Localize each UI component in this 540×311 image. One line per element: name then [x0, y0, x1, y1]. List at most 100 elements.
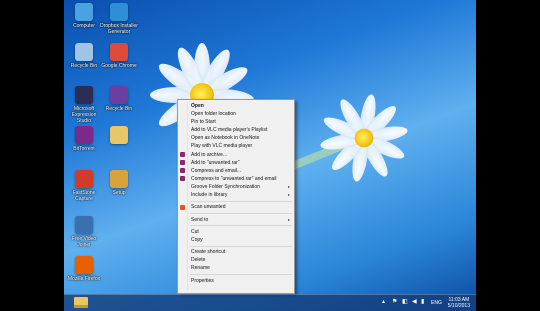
dropbox-installer-icon: [110, 3, 128, 21]
menu-item-label: Groove Folder Synchronization: [191, 183, 260, 190]
recycle-bin-icon: [75, 43, 93, 61]
chevron-up-icon[interactable]: ▴: [382, 299, 388, 305]
computer-icon: [75, 3, 93, 21]
menu-item[interactable]: Compress and email...: [178, 167, 294, 175]
menu-separator: [190, 274, 292, 276]
desktop-icon[interactable]: BitTorrent: [65, 126, 103, 152]
context-menu: Open Open folder location Pin to Start Add …: [177, 99, 295, 294]
desktop-icon-label: Recycle Bin: [70, 63, 98, 69]
menu-item-label: Play with VLC media player: [191, 143, 253, 150]
menu-item-label: Create shortcut: [191, 249, 226, 256]
desktop-icon[interactable]: Recycle Bin: [65, 43, 103, 69]
menu-item[interactable]: Add to archive...: [178, 151, 294, 159]
desktop-icon-label: Free Video Joiner: [71, 236, 97, 248]
menu-item[interactable]: Cut: [178, 228, 294, 236]
menu-item-label: Cut: [191, 228, 199, 235]
menu-item-label: Open as Notebook in OneNote: [191, 135, 260, 142]
battery-icon[interactable]: ▮: [421, 299, 427, 305]
menu-item-label: Compress and email...: [191, 167, 242, 174]
submenu-arrow-icon: ▸: [287, 192, 290, 198]
folder-icon: [110, 126, 128, 144]
desktop-icon[interactable]: FastStone Capture: [65, 170, 103, 202]
menu-item[interactable]: Properties: [178, 277, 294, 285]
menu-separator: [190, 213, 292, 214]
menu-item[interactable]: Scan unwanted: [178, 203, 294, 211]
menu-item-label: Add to "unwanted.rar": [191, 159, 240, 166]
desktop-icon[interactable]: Dropbox Installer Generator: [100, 3, 138, 35]
file-explorer-taskbar-button[interactable]: [74, 297, 88, 308]
winrar-icon: [180, 160, 185, 166]
menu-item[interactable]: Add to "unwanted.rar": [178, 159, 294, 167]
desktop-icon[interactable]: Mozilla Firefox: [65, 256, 103, 282]
menu-item[interactable]: Pin to Start: [178, 118, 294, 126]
chrome-icon: [110, 43, 128, 61]
menu-item-label: Send to: [191, 216, 209, 223]
menu-item[interactable]: Play with VLC media player: [178, 142, 294, 150]
menu-item[interactable]: Add to VLC media player's Playlist: [178, 126, 294, 134]
desktop-icon-label: Microsoft Expression Studio: [71, 106, 97, 124]
desktop-icon[interactable]: Setup: [100, 170, 138, 196]
menu-item-label: Delete: [191, 257, 206, 264]
menu-item-label: Include in library: [191, 192, 228, 199]
volume-icon[interactable]: ◀: [412, 299, 418, 305]
menu-item-label: Rename: [191, 265, 210, 272]
menu-item-label: Scan unwanted: [191, 204, 226, 211]
menu-item-label: Open: [191, 103, 204, 109]
desktop-icon-label: FastStone Capture: [72, 190, 96, 202]
menu-separator: [190, 245, 292, 247]
menu-item-label: Add to VLC media player's Playlist: [191, 127, 268, 134]
taskbar: ▴ ⚑ ◧ ◀ ▮ ENG 11:03 AM 5/10/2013: [64, 294, 476, 311]
antivirus-icon: [180, 204, 185, 210]
menu-item-label: Properties: [191, 277, 214, 284]
desktop-icon-label: Setup: [112, 190, 126, 196]
winrar-archive-icon: [110, 170, 128, 188]
language-indicator[interactable]: ENG: [431, 300, 442, 306]
menu-item-label: Compress to "unwanted.rar" and email: [191, 175, 277, 182]
menu-item[interactable]: Compress to "unwanted.rar" and email: [178, 175, 294, 183]
menu-item[interactable]: Open folder location: [178, 110, 294, 118]
desktop[interactable]: Computer Dropbox Installer Generator Recyc…: [64, 0, 476, 311]
menu-item[interactable]: Send to ▸: [178, 216, 294, 224]
menu-item[interactable]: Open as Notebook in OneNote: [178, 134, 294, 142]
desktop-icon[interactable]: Free Video Joiner: [65, 216, 103, 248]
video-joiner-icon: [75, 216, 93, 234]
winrar-icon: [180, 176, 185, 182]
menu-item[interactable]: Groove Folder Synchronization ▸: [178, 183, 294, 191]
winrar-icon: [180, 152, 185, 158]
menu-item[interactable]: Delete: [178, 256, 294, 264]
desktop-icon[interactable]: Recycle Bin: [100, 86, 138, 112]
menu-item[interactable]: Open: [178, 102, 294, 110]
desktop-icon-label: Mozilla Firefox: [67, 276, 101, 282]
menu-item[interactable]: Copy: [178, 236, 294, 244]
desktop-icon-label: BitTorrent: [73, 146, 95, 152]
clock-date: 5/10/2013: [447, 303, 470, 309]
expression-icon: [75, 86, 93, 104]
faststone-icon: [75, 170, 93, 188]
firefox-icon: [75, 256, 93, 274]
winrar-icon: [180, 168, 185, 174]
flag-icon[interactable]: ⚑: [392, 299, 398, 305]
menu-item[interactable]: Create shortcut: [178, 248, 294, 256]
menu-item-label: Pin to Start: [191, 119, 216, 126]
submenu-arrow-icon: ▸: [287, 216, 290, 222]
desktop-icon[interactable]: Google Chrome: [100, 43, 138, 69]
menu-item-label: Open folder location: [191, 111, 236, 118]
bittorrent-icon: [75, 126, 93, 144]
purple-app-icon: [110, 86, 128, 104]
menu-item-label: Copy: [191, 236, 203, 243]
menu-separator: [190, 200, 292, 202]
network-icon[interactable]: ◧: [402, 299, 408, 305]
menu-item-label: Add to archive...: [191, 151, 228, 158]
desktop-icon-label: Dropbox Installer Generator: [100, 23, 138, 35]
desktop-icon[interactable]: Computer: [65, 3, 103, 29]
clock[interactable]: 11:03 AM 5/10/2013: [448, 297, 470, 309]
menu-separator: [190, 225, 292, 227]
desktop-icon-label: Recycle Bin: [105, 106, 133, 112]
desktop-icon-label: Google Chrome: [101, 63, 137, 69]
desktop-icon[interactable]: Microsoft Expression Studio: [65, 86, 103, 124]
menu-item[interactable]: Include in library ▸: [178, 191, 294, 199]
menu-item[interactable]: Rename: [178, 264, 294, 272]
desktop-icon[interactable]: [100, 126, 138, 146]
desktop-icon-label: Computer: [73, 23, 95, 29]
submenu-arrow-icon: ▸: [287, 183, 290, 189]
